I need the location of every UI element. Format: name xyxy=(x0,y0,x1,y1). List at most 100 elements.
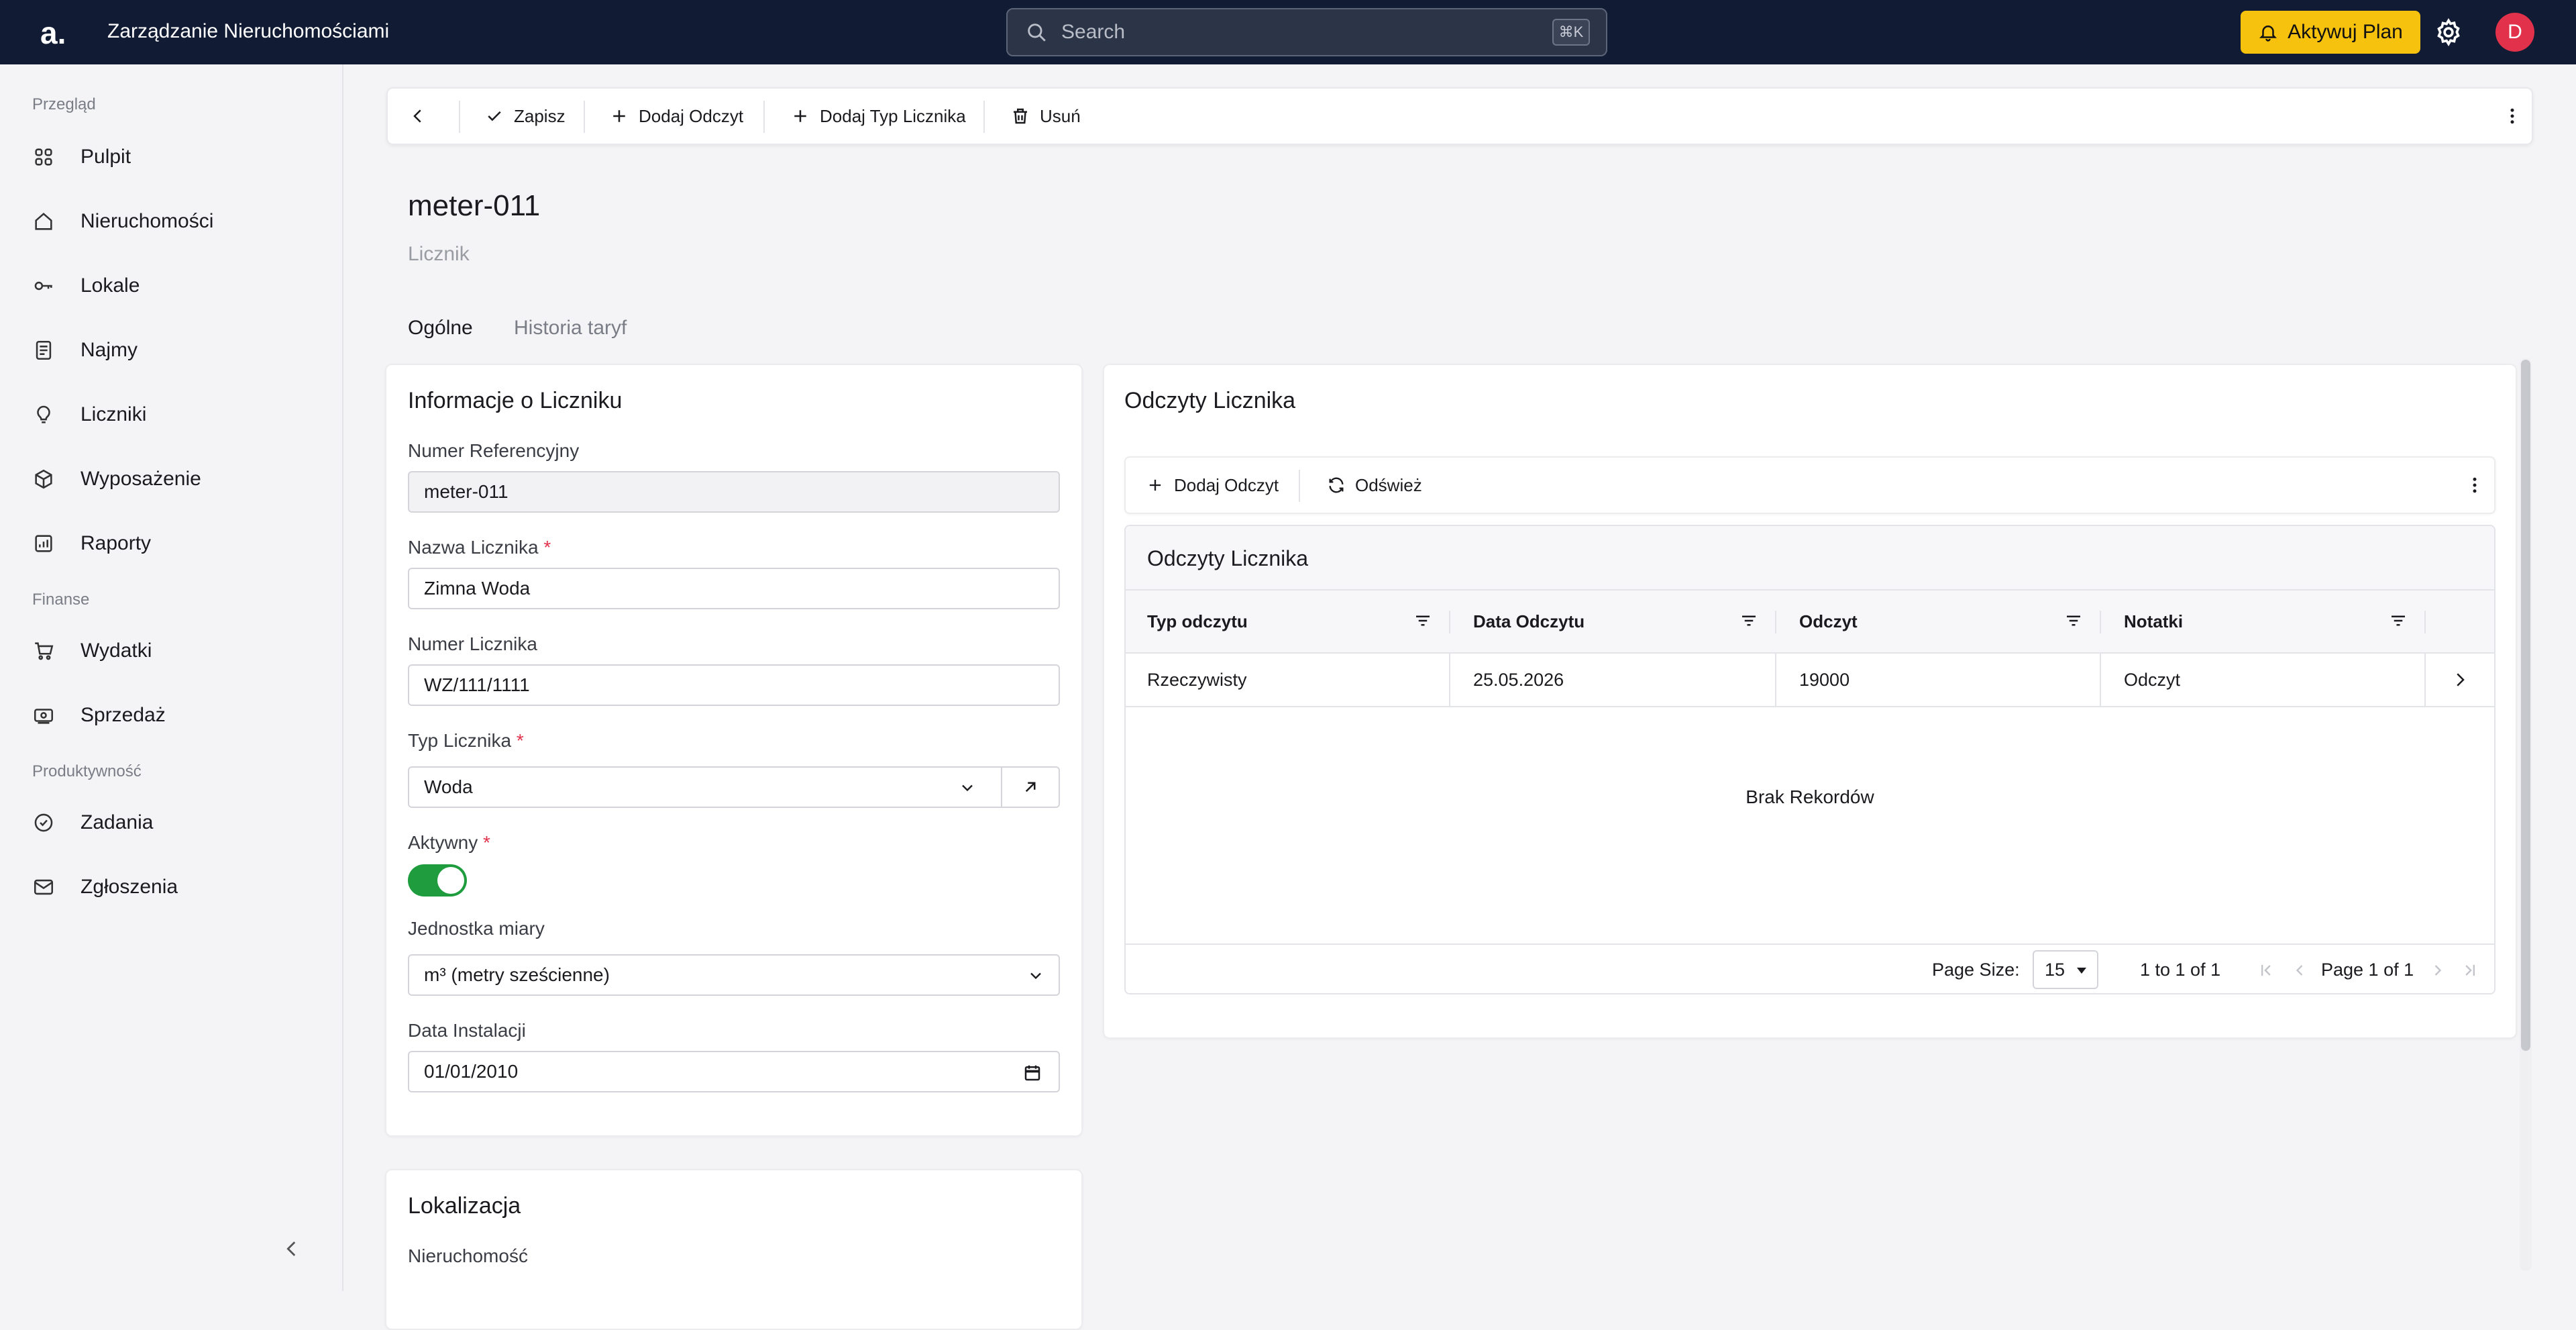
sidebar-item-dashboard[interactable]: Pulpit xyxy=(32,136,327,178)
add-reading-button[interactable]: Dodaj Odczyt xyxy=(609,89,743,144)
more-options-icon[interactable] xyxy=(2465,475,2485,495)
chevron-down-icon xyxy=(1030,972,1041,980)
sidebar-section-overview: Przegląd xyxy=(32,95,96,113)
column-header-reading[interactable]: Odczyt xyxy=(1799,591,1858,652)
tab-tariff-history[interactable]: Historia taryf xyxy=(514,317,627,340)
readings-add-button[interactable]: Dodaj Odczyt xyxy=(1146,458,1279,513)
sidebar-item-reports[interactable]: Raporty xyxy=(32,522,327,565)
reference-number-field[interactable]: meter-011 xyxy=(408,471,1060,513)
grid-pagination: Page Size: 15 1 to 1 of 1 Page 1 of 1 xyxy=(1126,943,2494,993)
content-scrollbar-thumb[interactable] xyxy=(2521,360,2530,1051)
meter-name-field[interactable]: Zimna Woda xyxy=(408,568,1060,609)
filter-icon[interactable] xyxy=(1739,611,1759,631)
home-icon xyxy=(35,212,52,230)
table-row[interactable]: Rzeczywisty 25.05.2026 19000 Odczyt xyxy=(1126,654,2494,707)
sidebar-item-leases[interactable]: Najmy xyxy=(32,329,327,372)
top-bar: a. Zarządzanie Nieruchomościami Search ⌘… xyxy=(0,0,2576,64)
search-placeholder: Search xyxy=(1061,21,1126,43)
previous-page-icon[interactable] xyxy=(2290,961,2309,980)
chevron-right-icon[interactable] xyxy=(2450,670,2470,690)
calendar-icon[interactable] xyxy=(1022,1063,1042,1083)
page-size-select[interactable]: 15 xyxy=(2033,950,2098,989)
filter-icon[interactable] xyxy=(2388,611,2408,631)
tab-general[interactable]: Ogólne xyxy=(408,317,473,340)
cell-notes: Odczyt xyxy=(2124,669,2181,690)
last-page-icon[interactable] xyxy=(2461,961,2479,980)
dashboard-icon xyxy=(35,148,52,166)
sidebar-item-equipment[interactable]: Wyposażenie xyxy=(32,458,327,501)
gear-icon[interactable] xyxy=(2434,17,2463,47)
save-button[interactable]: Zapisz xyxy=(484,89,566,144)
meter-number-field[interactable]: WZ/111/1111 xyxy=(408,664,1060,706)
column-header-notes[interactable]: Notatki xyxy=(2124,591,2183,652)
toolbar-divider xyxy=(459,101,460,133)
check-icon xyxy=(488,111,501,121)
page-size-label: Page Size: xyxy=(1932,960,2020,980)
add-reading-label: Dodaj Odczyt xyxy=(639,105,744,126)
delete-label: Usuń xyxy=(1040,105,1081,126)
collapse-sidebar-icon[interactable] xyxy=(280,1237,303,1260)
search-input[interactable]: Search ⌘K xyxy=(1006,8,1607,56)
money-icon xyxy=(34,709,54,724)
chevron-down-icon xyxy=(962,784,973,792)
sidebar-item-label: Wydatki xyxy=(80,640,152,662)
active-label-text: Aktywny xyxy=(408,832,478,853)
row-range: 1 to 1 of 1 xyxy=(2140,960,2221,980)
meter-type-label: Typ Licznika * xyxy=(408,730,524,752)
toolbar-divider xyxy=(1299,470,1300,502)
add-meter-type-button[interactable]: Dodaj Typ Licznika xyxy=(790,89,966,144)
bell-icon xyxy=(2259,25,2277,42)
sidebar-item-tasks[interactable]: Zadania xyxy=(32,801,327,844)
sidebar-item-properties[interactable]: Nieruchomości xyxy=(32,200,327,243)
plus-icon xyxy=(613,110,625,122)
refresh-button[interactable]: Odśwież xyxy=(1327,458,1422,513)
add-meter-type-label: Dodaj Typ Licznika xyxy=(820,105,966,126)
report-icon xyxy=(35,535,52,552)
avatar[interactable]: D xyxy=(2496,13,2534,52)
cell-reading-date: 25.05.2026 xyxy=(1473,669,1564,690)
app-logo[interactable]: a. xyxy=(40,15,66,51)
install-date-field[interactable]: 01/01/2010 xyxy=(408,1051,1060,1092)
sidebar-item-sales[interactable]: Sprzedaż xyxy=(32,694,327,737)
install-date-value: 01/01/2010 xyxy=(424,1061,519,1082)
unit-select[interactable]: m³ (metry sześcienne) xyxy=(408,954,1060,996)
readings-card-title: Odczyty Licznika xyxy=(1124,388,1296,413)
sidebar-item-units[interactable]: Lokale xyxy=(32,264,327,307)
required-mark: * xyxy=(543,537,551,558)
column-separator xyxy=(1775,654,1776,706)
back-button[interactable] xyxy=(408,89,428,144)
filter-icon[interactable] xyxy=(1413,611,1433,631)
toolbar-divider xyxy=(983,101,985,133)
first-page-icon[interactable] xyxy=(2257,961,2275,980)
refresh-label: Odśwież xyxy=(1355,474,1422,495)
meter-type-label-text: Typ Licznika xyxy=(408,730,512,751)
search-shortcut-badge: ⌘K xyxy=(1552,19,1590,46)
open-meter-type-button[interactable] xyxy=(1001,766,1060,808)
reference-number-label: Numer Referencyjny xyxy=(408,440,580,461)
column-header-reading-date[interactable]: Data Odczytu xyxy=(1473,591,1585,652)
delete-button[interactable]: Usuń xyxy=(1010,89,1081,144)
caret-down-icon xyxy=(2077,968,2086,974)
readings-add-label: Dodaj Odczyt xyxy=(1174,474,1279,495)
sidebar-item-meters[interactable]: Liczniki xyxy=(32,393,327,436)
meter-type-value: Woda xyxy=(424,776,473,797)
cell-reading: 19000 xyxy=(1799,669,1850,690)
column-separator xyxy=(2424,611,2426,633)
next-page-icon[interactable] xyxy=(2428,961,2447,980)
sidebar: Przegląd Pulpit Nieruchomości Lokale Naj… xyxy=(0,64,343,1291)
sidebar-item-tickets[interactable]: Zgłoszenia xyxy=(32,866,327,909)
column-separator xyxy=(1449,654,1450,706)
meter-type-select[interactable]: Woda xyxy=(408,766,1002,808)
toggle-knob xyxy=(437,867,464,894)
sidebar-item-label: Zgłoszenia xyxy=(80,876,178,898)
sidebar-item-label: Raporty xyxy=(80,532,152,554)
activate-plan-button[interactable]: Aktywuj Plan xyxy=(2241,11,2420,54)
external-link-icon xyxy=(1025,782,1036,792)
more-options-icon[interactable] xyxy=(2502,106,2522,126)
sidebar-section-productivity: Produktywność xyxy=(32,762,142,780)
active-toggle[interactable] xyxy=(408,864,467,897)
mail-icon xyxy=(34,879,54,895)
filter-icon[interactable] xyxy=(2063,611,2084,631)
sidebar-item-expenses[interactable]: Wydatki xyxy=(32,629,327,672)
column-header-reading-type[interactable]: Typ odczytu xyxy=(1147,591,1248,652)
